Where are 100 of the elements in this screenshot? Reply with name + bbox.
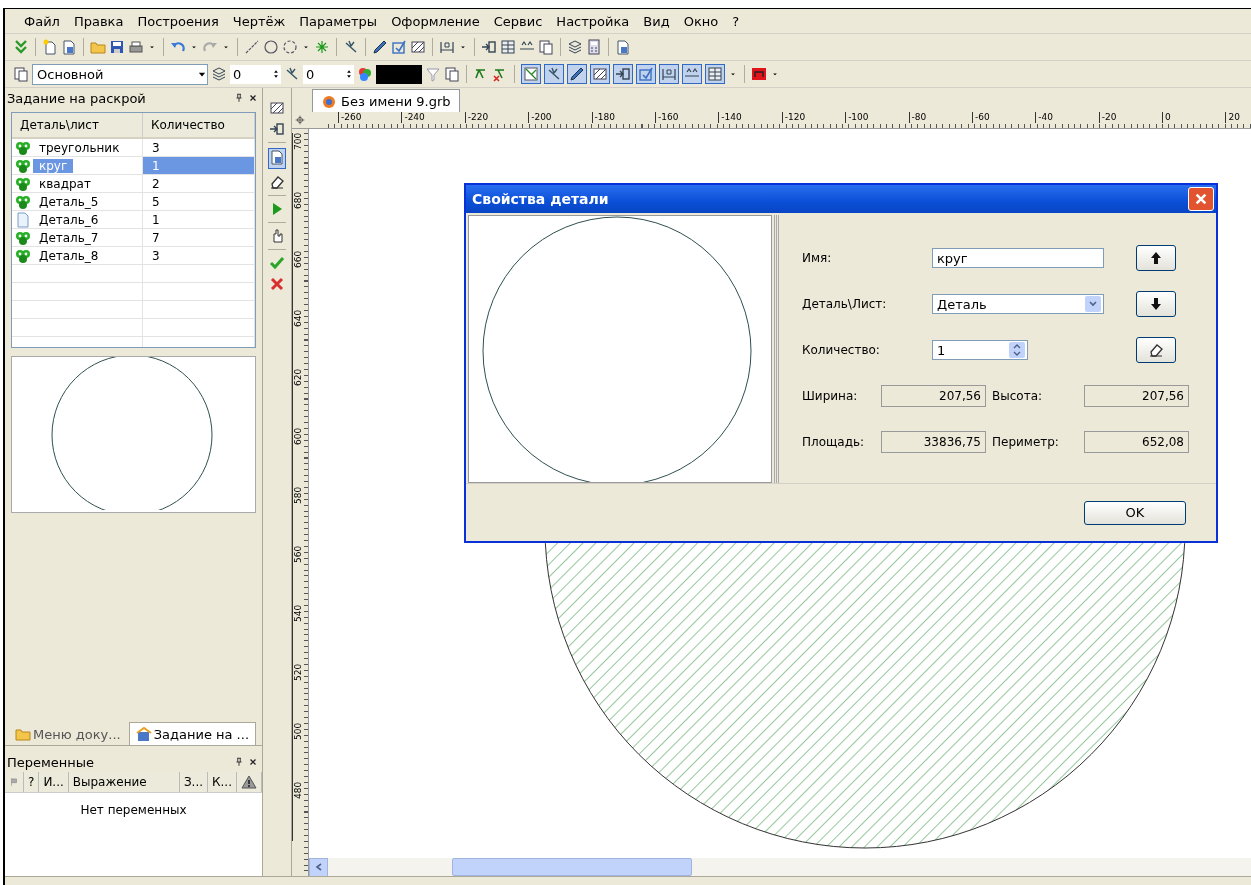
pen-icon[interactable] — [569, 66, 585, 82]
move-down-button[interactable] — [1136, 291, 1176, 317]
color-swatch[interactable] — [376, 64, 422, 84]
ruler-label: 560 — [292, 546, 304, 605]
menu-item[interactable]: Вид — [636, 11, 677, 31]
field-label: Периметр: — [992, 435, 1060, 449]
part-name[interactable]: квадрат — [33, 176, 97, 191]
panel-tab[interactable]: Задание на ... — [128, 722, 257, 745]
double-chevron-icon[interactable] — [13, 39, 29, 55]
panel-title: Задание на раскрой — [7, 90, 146, 106]
circle-icon[interactable] — [263, 39, 279, 55]
part-name[interactable]: Деталь_6 — [33, 212, 105, 227]
column-header[interactable]: Количество — [143, 113, 255, 137]
spin-arrows-icon[interactable] — [271, 69, 281, 79]
pages-icon[interactable] — [444, 66, 460, 82]
close-icon[interactable] — [248, 93, 258, 103]
move-up-button[interactable] — [1136, 245, 1176, 271]
new-document-icon[interactable] — [42, 39, 58, 55]
pin-icon[interactable] — [234, 93, 244, 103]
dimension-icon[interactable] — [439, 39, 455, 55]
document-icon[interactable] — [269, 149, 285, 165]
layer-spinbox[interactable]: 0 — [230, 64, 281, 84]
panel-tab[interactable]: Меню доку... — [9, 723, 127, 745]
pin-icon[interactable] — [234, 757, 244, 767]
table-icon[interactable] — [707, 66, 723, 82]
check-edit-icon[interactable] — [638, 66, 654, 82]
menu-item[interactable]: Файл — [17, 11, 67, 31]
document-folder-icon — [15, 726, 31, 742]
close-button[interactable] — [1188, 187, 1214, 211]
layers-icon[interactable] — [567, 39, 583, 55]
menu-item[interactable]: Окно — [676, 11, 726, 31]
menu-item[interactable]: Параметры — [292, 11, 385, 31]
hatch-icon[interactable] — [592, 66, 608, 82]
document-icon[interactable] — [61, 39, 77, 55]
ruler-label: -260 — [338, 112, 402, 123]
layers-icon[interactable] — [211, 66, 227, 82]
ruler-label: -200 — [528, 112, 592, 123]
insert-block-icon[interactable] — [615, 66, 631, 82]
menu-item[interactable]: Правка — [66, 11, 131, 31]
insert-block-icon[interactable] — [269, 121, 285, 137]
close-icon[interactable] — [248, 757, 258, 767]
point-icon[interactable] — [314, 39, 330, 55]
eraser-button[interactable] — [1136, 337, 1176, 363]
check-edit-icon[interactable] — [391, 39, 407, 55]
empty-message: Нет переменных — [80, 803, 187, 819]
insert-block-icon[interactable] — [481, 39, 497, 55]
hatch-icon[interactable] — [410, 39, 426, 55]
name-field[interactable]: круг — [932, 248, 1104, 268]
menu-item[interactable]: ? — [725, 11, 747, 31]
hatch-icon[interactable] — [269, 100, 285, 116]
dashed-circle-icon[interactable] — [282, 39, 298, 55]
ok-button[interactable]: OK — [1084, 500, 1186, 525]
line-icon[interactable] — [244, 39, 260, 55]
line-width-spinbox[interactable]: 0 — [303, 64, 354, 84]
pages-icon[interactable] — [538, 39, 554, 55]
warning-icon — [241, 774, 257, 790]
save-icon[interactable] — [109, 39, 125, 55]
color-balls-icon[interactable] — [357, 66, 373, 82]
menu-item[interactable]: Сервис — [486, 11, 550, 31]
checkmark-icon[interactable] — [269, 255, 285, 271]
ruler-label: -20 — [1098, 112, 1163, 123]
style-dropdown[interactable]: Основной — [32, 63, 208, 85]
part-name[interactable]: Деталь_5 — [33, 194, 105, 209]
part-name[interactable]: Деталь_7 — [33, 230, 105, 245]
ruler-label: 620 — [292, 369, 304, 428]
ruler-label: 480 — [292, 782, 304, 841]
menu-item[interactable]: Построения — [130, 11, 226, 31]
document-tab[interactable]: Без имени 9.grb — [312, 89, 460, 112]
calculator-icon[interactable] — [586, 39, 602, 55]
column-header[interactable]: Деталь\лист — [12, 113, 143, 137]
column-header[interactable]: ? — [24, 772, 40, 792]
spin-arrows-icon[interactable] — [344, 69, 354, 79]
part-name[interactable]: Деталь_8 — [33, 248, 105, 263]
type-dropdown[interactable]: Деталь — [932, 294, 1104, 314]
quantity-cell-text: 2 — [151, 176, 161, 191]
printer-icon[interactable] — [128, 39, 144, 55]
chevron-down-icon[interactable] — [1088, 299, 1098, 309]
column-header[interactable]: К... — [208, 772, 237, 792]
pen-icon[interactable] — [372, 39, 388, 55]
part-name[interactable]: треугольник — [33, 140, 126, 155]
ruler-label: -160 — [654, 112, 719, 123]
dimension-icon[interactable] — [661, 66, 677, 82]
ruler-label: -100 — [845, 112, 909, 123]
quantity-spinbox[interactable]: 1 — [932, 340, 1028, 360]
snap-tool-icon[interactable] — [523, 66, 539, 82]
height-field: 207,56 — [1084, 385, 1189, 407]
menu-item[interactable]: Чертёж — [225, 11, 293, 31]
table-icon[interactable] — [500, 39, 516, 55]
square-wave-icon[interactable] — [751, 66, 767, 82]
column-header[interactable]: И... — [39, 772, 69, 792]
pages-icon[interactable] — [13, 66, 29, 82]
scrollbar-thumb[interactable] — [452, 858, 692, 876]
menu-item[interactable]: Настройка — [549, 11, 637, 31]
document-icon[interactable] — [615, 39, 631, 55]
part-icon — [15, 229, 31, 246]
eraser-icon[interactable] — [269, 174, 285, 190]
cross-icon[interactable] — [269, 276, 285, 292]
column-header[interactable]: З... — [179, 772, 209, 792]
column-header[interactable]: Выражение — [68, 772, 180, 792]
menu-item[interactable]: Оформление — [384, 11, 487, 31]
